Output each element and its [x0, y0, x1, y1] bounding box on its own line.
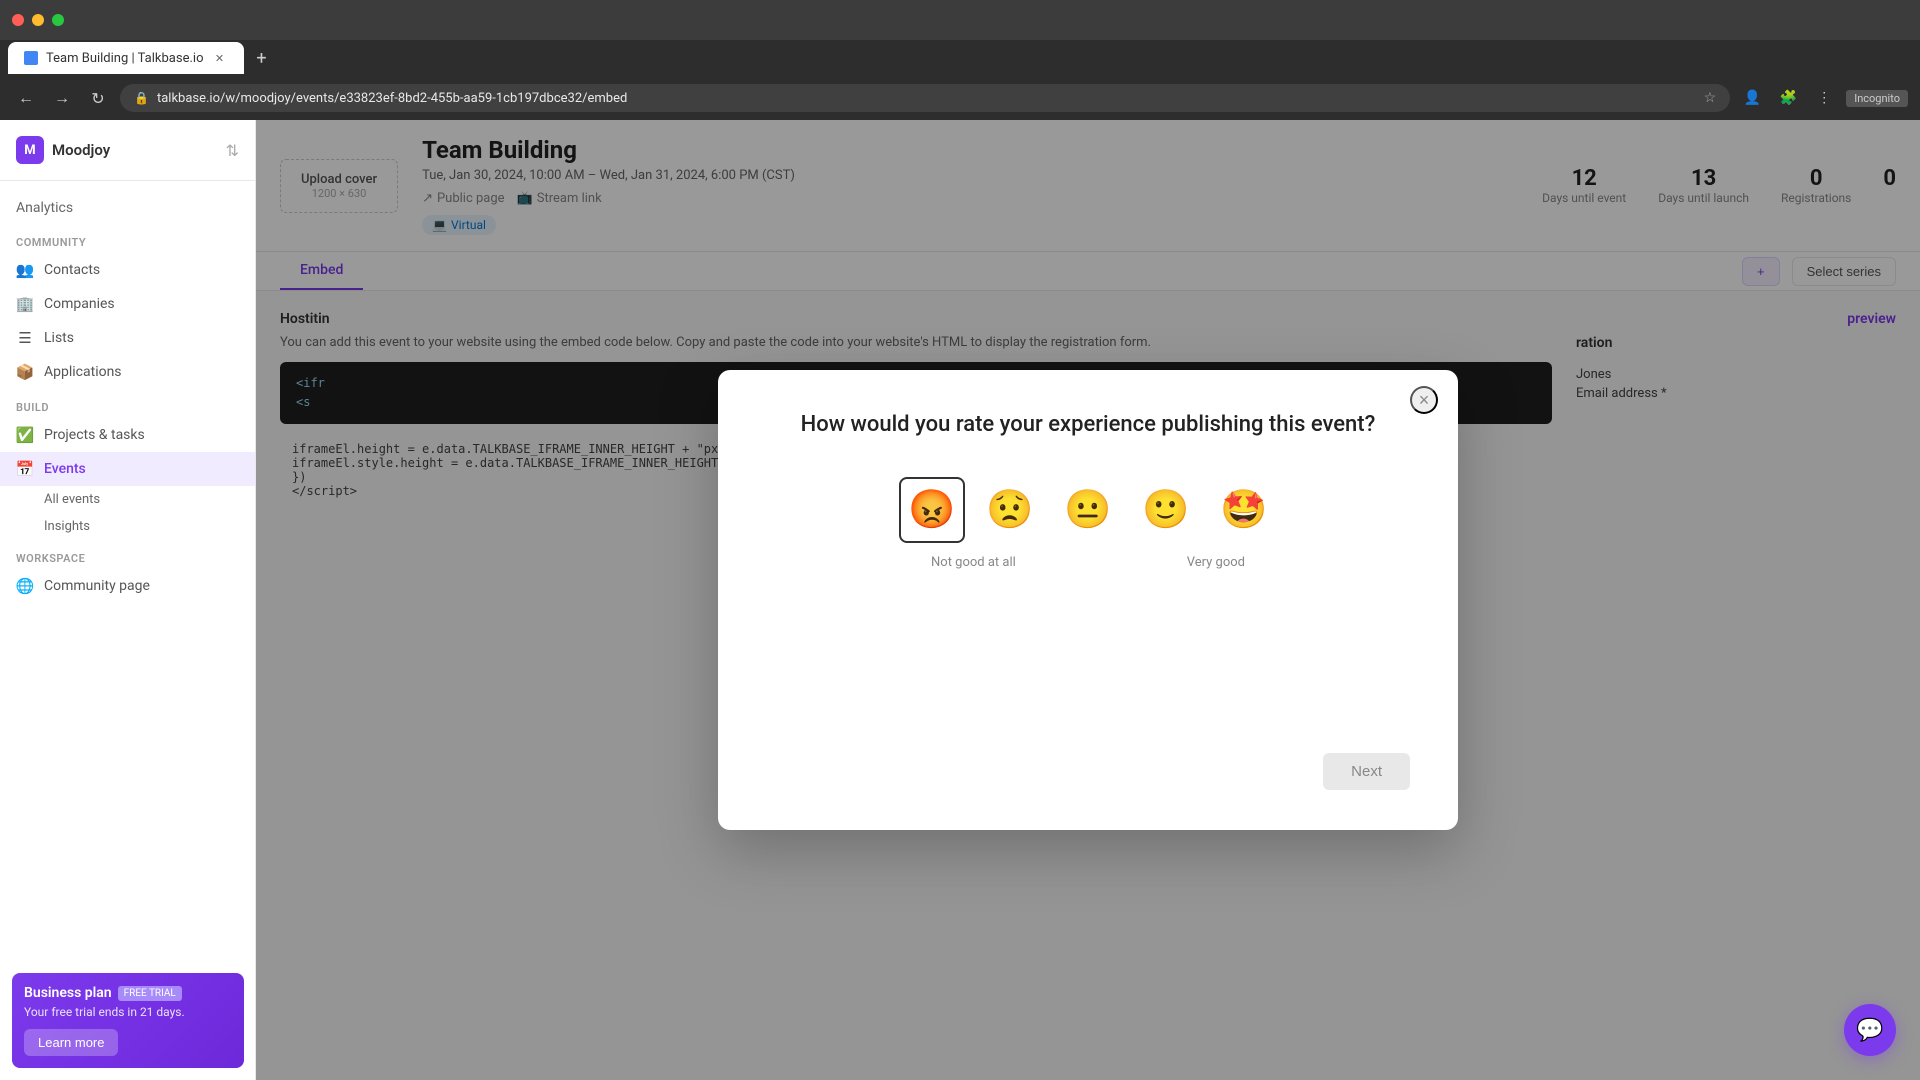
- lock-icon: 🔒: [134, 91, 149, 105]
- bp-title: Business plan: [24, 985, 112, 1001]
- analytics-item[interactable]: Analytics: [0, 189, 255, 224]
- projects-label: Projects & tasks: [44, 427, 145, 443]
- modal-title: How would you rate your experience publi…: [766, 410, 1410, 441]
- emoji-btn-sad[interactable]: 😟: [977, 477, 1043, 543]
- community-page-icon: 🌐: [16, 577, 34, 595]
- bp-header: Business plan FREE TRIAL: [24, 985, 232, 1001]
- sidebar-sub-insights[interactable]: Insights: [0, 513, 255, 540]
- titlebar: [0, 0, 1920, 40]
- url-text: talkbase.io/w/moodjoy/events/e33823ef-8b…: [157, 91, 1696, 106]
- forward-btn[interactable]: →: [48, 84, 76, 112]
- label-right: Very good: [1187, 555, 1245, 570]
- applications-label: Applications: [44, 364, 122, 380]
- new-tab-btn[interactable]: +: [248, 44, 276, 72]
- emoji-btn-neutral[interactable]: 😐: [1055, 477, 1121, 543]
- sidebar-item-projects[interactable]: ✅ Projects & tasks: [0, 418, 255, 452]
- back-btn[interactable]: ←: [12, 84, 40, 112]
- incognito-badge: Incognito: [1846, 90, 1908, 107]
- rating-labels: Not good at all Very good: [923, 555, 1253, 570]
- lists-label: Lists: [44, 330, 74, 346]
- companies-label: Companies: [44, 296, 115, 312]
- rating-modal: × How would you rate your experience pub…: [718, 370, 1458, 830]
- events-label: Events: [44, 461, 86, 477]
- more-icon[interactable]: ⋮: [1810, 84, 1838, 112]
- sidebar-item-applications[interactable]: 📦 Applications: [0, 355, 255, 389]
- emoji-btn-angry[interactable]: 😡: [899, 477, 965, 543]
- contacts-label: Contacts: [44, 262, 100, 278]
- bp-subtitle: Your free trial ends in 21 days.: [24, 1005, 232, 1019]
- sidebar-header: M Moodjoy ⇅: [0, 120, 255, 181]
- browser-tab[interactable]: Team Building | Talkbase.io ✕: [8, 42, 244, 74]
- business-plan-section: Business plan FREE TRIAL Your free trial…: [0, 961, 256, 1080]
- app-layout: M Moodjoy ⇅ Analytics COMMUNITY 👥 Contac…: [0, 120, 1920, 1080]
- learn-more-btn[interactable]: Learn more: [24, 1029, 118, 1056]
- maximize-btn[interactable]: [52, 14, 64, 26]
- business-plan-card: Business plan FREE TRIAL Your free trial…: [12, 973, 244, 1068]
- bookmark-icon[interactable]: ☆: [1704, 90, 1717, 106]
- url-bar[interactable]: 🔒 talkbase.io/w/moodjoy/events/e33823ef-…: [120, 84, 1730, 112]
- sidebar-item-lists[interactable]: ☰ Lists: [0, 321, 255, 355]
- emoji-rating-group: 😡 😟 😐 🙂 🤩: [766, 477, 1410, 543]
- sidebar-item-events[interactable]: 📅 Events: [0, 452, 255, 486]
- all-events-label: All events: [44, 492, 100, 507]
- emoji-btn-happy[interactable]: 🙂: [1133, 477, 1199, 543]
- modal-overlay: × How would you rate your experience pub…: [256, 120, 1920, 1080]
- tab-close-btn[interactable]: ✕: [212, 50, 228, 66]
- community-section-title: COMMUNITY: [0, 224, 255, 253]
- workspace-section-title: WORKSPACE: [0, 540, 255, 569]
- sidebar-nav: Analytics COMMUNITY 👥 Contacts 🏢 Compani…: [0, 181, 255, 611]
- close-btn[interactable]: [12, 14, 24, 26]
- reload-btn[interactable]: ↻: [84, 84, 112, 112]
- analytics-label: Analytics: [16, 200, 73, 216]
- insights-label: Insights: [44, 519, 90, 534]
- bp-badge: FREE TRIAL: [118, 986, 182, 1001]
- address-bar: ← → ↻ 🔒 talkbase.io/w/moodjoy/events/e33…: [0, 76, 1920, 120]
- community-page-label: Community page: [44, 578, 150, 594]
- applications-icon: 📦: [16, 363, 34, 381]
- sidebar-item-community-page[interactable]: 🌐 Community page: [0, 569, 255, 603]
- companies-icon: 🏢: [16, 295, 34, 313]
- browser-actions: 👤 🧩 ⋮ Incognito: [1738, 84, 1908, 112]
- tab-bar: Team Building | Talkbase.io ✕ +: [0, 40, 1920, 76]
- next-btn[interactable]: Next: [1323, 753, 1410, 790]
- build-section-title: BUILD: [0, 389, 255, 418]
- brand-initial: M: [24, 143, 35, 158]
- label-left: Not good at all: [931, 555, 1016, 570]
- chat-icon: 💬: [1856, 1018, 1883, 1043]
- brand-avatar: M: [16, 136, 44, 164]
- tab-title: Team Building | Talkbase.io: [46, 51, 204, 66]
- lists-icon: ☰: [16, 329, 34, 347]
- minimize-btn[interactable]: [32, 14, 44, 26]
- modal-footer: Next: [766, 729, 1410, 790]
- emoji-btn-very-happy[interactable]: 🤩: [1211, 477, 1277, 543]
- projects-icon: ✅: [16, 426, 34, 444]
- brand-name: Moodjoy: [52, 141, 110, 159]
- events-icon: 📅: [16, 460, 34, 478]
- browser-window: Team Building | Talkbase.io ✕ + ← → ↻ 🔒 …: [0, 0, 1920, 120]
- chat-bubble-btn[interactable]: 💬: [1844, 1004, 1896, 1056]
- profile-icon[interactable]: 👤: [1738, 84, 1766, 112]
- sidebar-item-contacts[interactable]: 👥 Contacts: [0, 253, 255, 287]
- sidebar-toggle-icon[interactable]: ⇅: [226, 141, 239, 160]
- sidebar: M Moodjoy ⇅ Analytics COMMUNITY 👥 Contac…: [0, 120, 256, 1080]
- main-content: Upload cover 1200 × 630 Team Building Tu…: [256, 120, 1920, 1080]
- extensions-icon[interactable]: 🧩: [1774, 84, 1802, 112]
- modal-close-btn[interactable]: ×: [1410, 386, 1438, 414]
- tab-favicon: [24, 51, 38, 65]
- sidebar-sub-all-events[interactable]: All events: [0, 486, 255, 513]
- contacts-icon: 👥: [16, 261, 34, 279]
- sidebar-item-companies[interactable]: 🏢 Companies: [0, 287, 255, 321]
- sidebar-brand: M Moodjoy: [16, 136, 110, 164]
